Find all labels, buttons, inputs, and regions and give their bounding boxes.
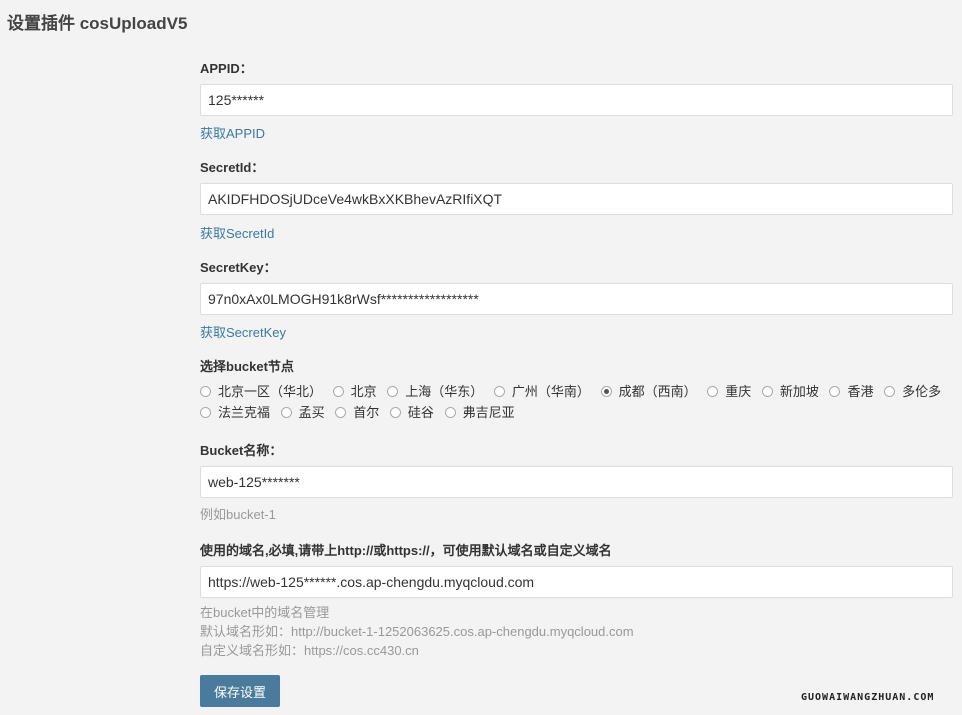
region-option[interactable]: 北京	[332, 381, 377, 402]
radio-button[interactable]	[444, 407, 456, 418]
radio-button[interactable]	[707, 386, 719, 397]
region-option[interactable]: 法兰克福	[200, 402, 270, 423]
domain-input[interactable]	[200, 566, 953, 598]
page-title: 设置插件 cosUploadV5	[7, 14, 188, 33]
region-option[interactable]: 新加坡	[761, 381, 819, 402]
region-option-label: 广州（华南）	[511, 384, 590, 399]
region-option-label: 首尔	[353, 405, 380, 420]
region-option-label: 上海（华东）	[405, 384, 484, 399]
region-radio-group: 北京一区（华北） 北京 上海（华东） 广州（华南） 成都（西南） 重庆 新加坡 …	[200, 381, 953, 423]
secret-key-label: SecretKey：	[200, 260, 277, 275]
appid-input[interactable]	[200, 84, 953, 116]
radio-button[interactable]	[884, 386, 896, 397]
region-option-label: 新加坡	[779, 384, 819, 399]
radio-button[interactable]	[600, 386, 612, 397]
region-label: 选择bucket节点	[200, 359, 294, 374]
region-option[interactable]: 香港	[829, 381, 874, 402]
radio-button[interactable]	[493, 386, 505, 397]
region-option[interactable]: 多伦多	[884, 381, 941, 402]
region-option[interactable]: 成都（西南）	[600, 381, 697, 402]
region-option[interactable]: 孟买	[280, 402, 325, 423]
region-option-label: 法兰克福	[218, 405, 271, 420]
secret-id-label: SecretId：	[200, 160, 265, 175]
save-settings-button[interactable]: 保存设置	[200, 675, 280, 707]
domain-label: 使用的域名,必填,请带上http://或https://，可使用默认域名或自定义…	[200, 543, 612, 558]
get-secret-id-link[interactable]: 获取SecretId	[200, 223, 274, 242]
region-option[interactable]: 上海（华东）	[387, 381, 483, 402]
region-option-label: 香港	[847, 384, 874, 399]
get-appid-link[interactable]: 获取APPID	[200, 123, 265, 142]
secret-key-input[interactable]	[200, 283, 953, 315]
region-option-label: 孟买	[298, 405, 325, 420]
region-option[interactable]: 重庆	[707, 381, 751, 402]
site-watermark: GUOWAIWANGZHUAN.COM	[801, 692, 935, 703]
region-option[interactable]: 弗吉尼亚	[444, 402, 515, 423]
region-option-label: 北京一区（华北）	[218, 384, 323, 399]
get-secret-key-link[interactable]: 获取SecretKey	[200, 322, 286, 341]
region-option-label: 弗吉尼亚	[462, 405, 515, 420]
domain-hint-management: 在bucket中的域名管理	[200, 605, 330, 620]
radio-button[interactable]	[761, 386, 773, 397]
region-option[interactable]: 广州（华南）	[493, 381, 590, 402]
domain-hint-default: 默认域名形如：http://bucket-1-1252063625.cos.ap…	[200, 624, 634, 639]
radio-button[interactable]	[335, 407, 347, 418]
region-option-label: 多伦多	[902, 384, 942, 399]
region-option-label: 北京	[350, 384, 377, 399]
radio-button[interactable]	[200, 407, 211, 418]
region-option[interactable]: 北京一区（华北）	[200, 381, 322, 402]
radio-button[interactable]	[332, 386, 344, 397]
region-option-label: 重庆	[725, 384, 752, 399]
radio-button[interactable]	[387, 386, 399, 397]
bucket-hint: 例如bucket-1	[200, 507, 276, 522]
radio-button[interactable]	[280, 407, 292, 418]
region-option[interactable]: 首尔	[335, 402, 379, 423]
bucket-label: Bucket名称：	[200, 443, 283, 458]
radio-button[interactable]	[389, 407, 401, 418]
region-option-label: 硅谷	[407, 405, 434, 420]
radio-button[interactable]	[829, 386, 841, 397]
domain-hint-custom: 自定义域名形如：https://cos.cc430.cn	[200, 643, 419, 658]
radio-button[interactable]	[200, 386, 211, 397]
region-option-label: 成都（西南）	[618, 384, 697, 399]
region-option[interactable]: 硅谷	[389, 402, 434, 423]
secret-id-input[interactable]	[200, 183, 953, 215]
appid-label: APPID：	[200, 61, 253, 76]
bucket-input[interactable]	[200, 466, 953, 498]
